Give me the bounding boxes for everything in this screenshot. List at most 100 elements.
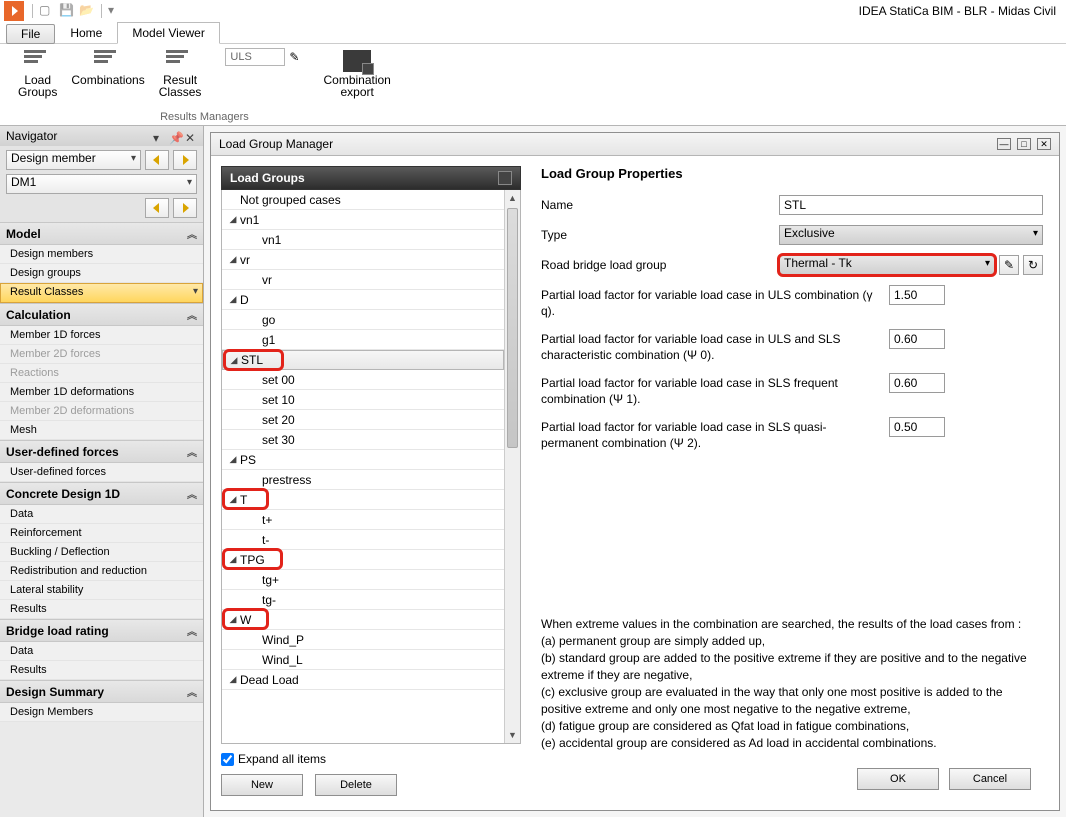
ribbon-result-classes[interactable]: Result Classes	[157, 48, 204, 100]
nav-item[interactable]: Result Classes	[0, 283, 203, 303]
tree-row[interactable]: ◢D	[222, 290, 504, 310]
nav-close-icon[interactable]: ✕	[185, 131, 197, 141]
tree-row[interactable]: set 30	[222, 430, 504, 450]
edit-icon[interactable]: ✎	[289, 50, 299, 64]
qat-save-icon[interactable]: 💾	[59, 3, 75, 19]
qat-dropdown-icon[interactable]: ▾	[108, 3, 124, 19]
uls-field[interactable]	[225, 48, 285, 66]
qat-new-icon[interactable]: ▢	[39, 3, 55, 19]
nav-item[interactable]: Reactions	[0, 364, 203, 383]
nav-item[interactable]: User-defined forces	[0, 463, 203, 482]
tree-row[interactable]: g1	[222, 330, 504, 350]
section-header[interactable]: Bridge load rating︽	[0, 620, 203, 642]
refresh-road-icon[interactable]: ↻	[1023, 255, 1043, 275]
tree-row[interactable]: set 20	[222, 410, 504, 430]
nav-dropdown-icon[interactable]: ▾	[153, 131, 165, 141]
expand-icon[interactable]: ◢	[226, 494, 240, 505]
cancel-button[interactable]: Cancel	[949, 768, 1031, 790]
nav-prev-button[interactable]	[145, 150, 169, 170]
tree-row[interactable]: set 00	[222, 370, 504, 390]
nav-next2-button[interactable]	[173, 198, 197, 218]
expand-icon[interactable]: ◢	[226, 614, 240, 625]
tree-row[interactable]: ◢W	[222, 610, 504, 630]
tree-row[interactable]: Not grouped cases	[222, 190, 504, 210]
maximize-icon[interactable]: □	[1017, 138, 1031, 150]
nav-item[interactable]: Member 1D forces	[0, 326, 203, 345]
expand-icon[interactable]: ◢	[226, 294, 240, 305]
nav-pin-icon[interactable]: 📌	[169, 131, 181, 141]
nav-item[interactable]: Mesh	[0, 421, 203, 440]
load-groups-tree[interactable]: Not grouped cases◢vn1vn1◢vrvr◢Dgog1◢STLs…	[222, 190, 504, 743]
tree-row[interactable]: set 10	[222, 390, 504, 410]
expand-icon[interactable]: ◢	[226, 554, 240, 565]
tree-row[interactable]: ◢vn1	[222, 210, 504, 230]
minimize-icon[interactable]: —	[997, 138, 1011, 150]
tree-row[interactable]: ◢PS	[222, 450, 504, 470]
f3-input[interactable]	[889, 373, 945, 393]
tree-row[interactable]: ◢TPG	[222, 550, 504, 570]
nav-item[interactable]: Member 2D forces	[0, 345, 203, 364]
nav-item[interactable]: Reinforcement	[0, 524, 203, 543]
design-member-select[interactable]: Design member	[6, 150, 141, 170]
expand-icon[interactable]: ◢	[226, 214, 240, 225]
close-icon[interactable]: ✕	[1037, 138, 1051, 150]
nav-item[interactable]: Data	[0, 642, 203, 661]
qat-open-icon[interactable]: 📂	[79, 3, 95, 19]
section-header[interactable]: Model︽	[0, 223, 203, 245]
ribbon-combinations[interactable]: Combinations	[69, 48, 146, 88]
tree-row[interactable]: ◢vr	[222, 250, 504, 270]
new-button[interactable]: New	[221, 774, 303, 796]
tree-row[interactable]: go	[222, 310, 504, 330]
tab-file[interactable]: File	[6, 24, 55, 44]
tree-row[interactable]: vr	[222, 270, 504, 290]
tree-row[interactable]: t-	[222, 530, 504, 550]
section-header[interactable]: User-defined forces︽	[0, 441, 203, 463]
tree-row[interactable]: prestress	[222, 470, 504, 490]
nav-item[interactable]: Buckling / Deflection	[0, 543, 203, 562]
tree-row[interactable]: ◢STL	[222, 350, 504, 370]
nav-item[interactable]: Design members	[0, 245, 203, 264]
tree-row[interactable]: t+	[222, 510, 504, 530]
nav-item[interactable]: Data	[0, 505, 203, 524]
filter-icon[interactable]	[498, 171, 512, 185]
name-input[interactable]	[779, 195, 1043, 215]
tree-row[interactable]: ◢Dead Load	[222, 670, 504, 690]
nav-item[interactable]: Design groups	[0, 264, 203, 283]
scroll-thumb[interactable]	[507, 208, 518, 448]
tree-row[interactable]: tg+	[222, 570, 504, 590]
section-header[interactable]: Calculation︽	[0, 304, 203, 326]
tab-model-viewer[interactable]: Model Viewer	[117, 22, 219, 44]
ribbon-combination-export[interactable]: Combination export	[321, 48, 392, 100]
tree-row[interactable]: ◢T	[222, 490, 504, 510]
tree-row[interactable]: Wind_P	[222, 630, 504, 650]
expand-icon[interactable]: ◢	[226, 454, 240, 465]
scroll-down-icon[interactable]: ▼	[505, 727, 520, 743]
tab-home[interactable]: Home	[55, 22, 117, 44]
road-bridge-select[interactable]: Thermal - Tk	[779, 255, 995, 275]
nav-item[interactable]: Results	[0, 600, 203, 619]
type-select[interactable]: Exclusive	[779, 225, 1043, 245]
section-header[interactable]: Concrete Design 1D︽	[0, 483, 203, 505]
tree-scrollbar[interactable]: ▲ ▼	[504, 190, 520, 743]
expand-icon[interactable]: ◢	[226, 674, 240, 685]
scroll-up-icon[interactable]: ▲	[505, 190, 520, 206]
expand-icon[interactable]: ◢	[227, 355, 241, 366]
delete-button[interactable]: Delete	[315, 774, 397, 796]
nav-item[interactable]: Results	[0, 661, 203, 680]
dm-select[interactable]: DM1	[6, 174, 197, 194]
nav-item[interactable]: Member 1D deformations	[0, 383, 203, 402]
nav-next-button[interactable]	[173, 150, 197, 170]
section-header[interactable]: Design Summary︽	[0, 681, 203, 703]
ribbon-load-groups[interactable]: Load Groups	[16, 48, 59, 100]
nav-item[interactable]: Member 2D deformations	[0, 402, 203, 421]
tree-row[interactable]: vn1	[222, 230, 504, 250]
edit-road-icon[interactable]: ✎	[999, 255, 1019, 275]
expand-icon[interactable]: ◢	[226, 254, 240, 265]
ok-button[interactable]: OK	[857, 768, 939, 790]
nav-prev2-button[interactable]	[145, 198, 169, 218]
tree-row[interactable]: Wind_L	[222, 650, 504, 670]
tree-row[interactable]: tg-	[222, 590, 504, 610]
expand-all-checkbox[interactable]: Expand all items	[221, 752, 521, 766]
nav-item[interactable]: Redistribution and reduction	[0, 562, 203, 581]
f2-input[interactable]	[889, 329, 945, 349]
